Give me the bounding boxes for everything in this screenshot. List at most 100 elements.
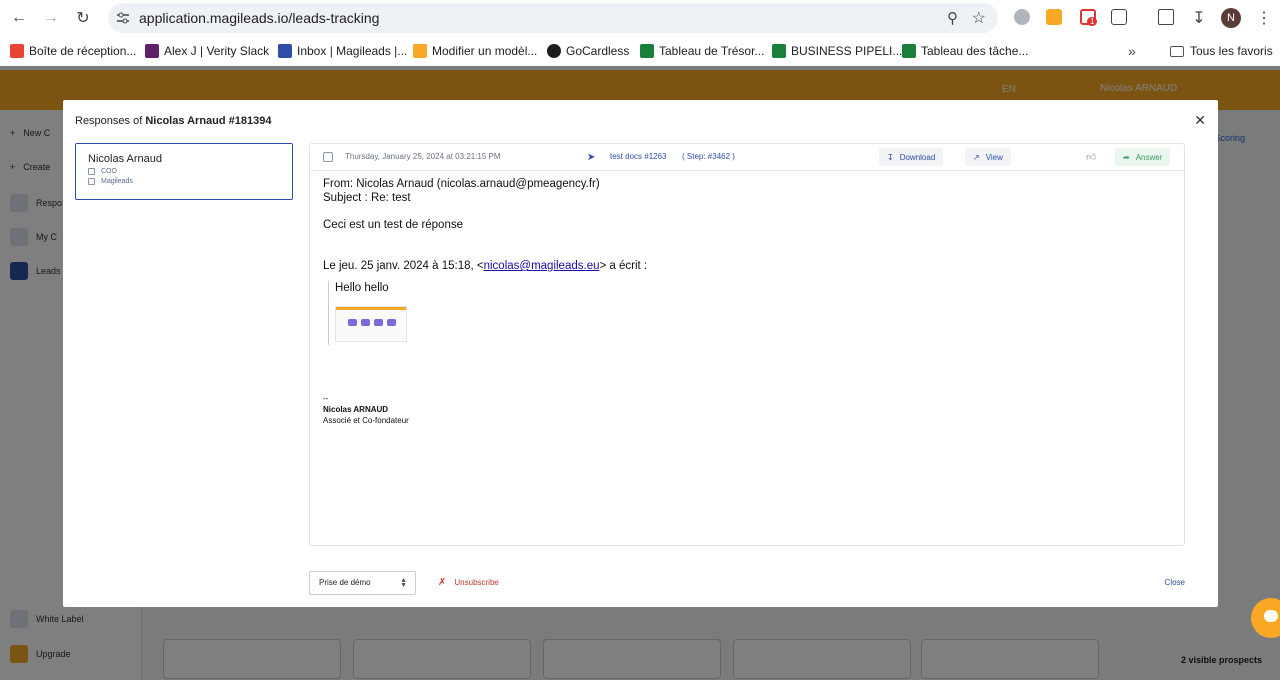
campaign-link[interactable]: test docs #1263 — [610, 152, 666, 161]
back-arrow-icon[interactable]: ← — [9, 8, 29, 28]
bookmark-item[interactable]: Tableau de Trésor... — [640, 44, 764, 58]
quoted-text: Hello hello — [335, 282, 389, 294]
quote-email-link[interactable]: nicolas@magileads.eu — [484, 260, 600, 272]
unsubscribe-icon: ✗ — [438, 577, 447, 588]
extensions-puzzle-icon[interactable] — [1111, 9, 1127, 25]
signature: -- Nicolas ARNAUD Associé et Co-fondateu… — [323, 393, 409, 426]
menu-kebab-icon[interactable]: ⋮ — [1254, 8, 1274, 28]
bookmark-label: Modifier un modèl... — [432, 44, 538, 58]
external-link-icon: ↗ — [973, 152, 980, 162]
bookmarks-bar: Boîte de réception... Alex J | Verity Sl… — [0, 36, 1280, 66]
bookmark-item[interactable]: Alex J | Verity Slack — [145, 44, 269, 58]
modal-title-prefix: Responses of — [75, 115, 143, 127]
reload-icon[interactable]: ↻ — [73, 8, 93, 28]
bookmark-item[interactable]: BUSINESS PIPELI... — [772, 44, 902, 58]
close-button[interactable]: Close — [1165, 578, 1185, 587]
modal-title-contact: Nicolas Arnaud #181394 — [145, 115, 272, 127]
close-icon[interactable]: ✕ — [1194, 112, 1206, 129]
slack-icon — [145, 44, 159, 58]
calendar-icon — [323, 152, 333, 162]
all-bookmarks-label: Tous les favoris — [1190, 44, 1273, 58]
bookmark-item[interactable]: Modifier un modèl... — [413, 44, 537, 58]
adblock-extension-icon[interactable] — [1014, 9, 1030, 25]
quote-intro-suffix: > a écrit : — [599, 260, 648, 272]
sheets-icon — [640, 44, 654, 58]
thumbs-up-icon[interactable]: 👍︎ — [1086, 151, 1096, 163]
image-thumb — [348, 319, 357, 326]
gocardless-icon — [547, 44, 561, 58]
image-thumb — [361, 319, 370, 326]
browser-toolbar: ← → ↻ application.magileads.io/leads-tra… — [0, 0, 1280, 36]
unsubscribe-label: Unsubscribe — [454, 578, 499, 587]
answer-label: Answer — [1135, 152, 1163, 162]
bookmark-item[interactable]: GoCardless — [547, 44, 629, 58]
message-subject: Subject : Re: test — [323, 192, 411, 204]
magileads-extension-icon[interactable] — [1046, 9, 1062, 25]
building-icon — [88, 178, 95, 185]
status-select[interactable]: Prise de démo ▲ ▼ — [309, 571, 416, 595]
modal-title: Responses of Nicolas Arnaud #181394 — [75, 115, 271, 127]
step-label: ( Step: #3462 ) — [682, 152, 735, 161]
contact-name: Nicolas Arnaud — [88, 153, 162, 165]
bookmark-item[interactable]: Tableau des tâche... — [902, 44, 1028, 58]
answer-button[interactable]: ➦ Answer — [1115, 148, 1171, 166]
download-label: Download — [899, 152, 936, 162]
message-panel: Thursday, January 25, 2024 at 03:21:15 P… — [309, 143, 1185, 546]
message-header: Thursday, January 25, 2024 at 03:21:15 P… — [310, 144, 1184, 171]
address-bar[interactable]: application.magileads.io/leads-tracking … — [108, 3, 998, 33]
reply-arrow-icon: ➦ — [1123, 152, 1130, 162]
extension-badge: 1 — [1087, 17, 1098, 26]
quote-intro-prefix: Le jeu. 25 janv. 2024 à 15:18, < — [323, 260, 484, 272]
all-bookmarks[interactable]: Tous les favoris — [1170, 44, 1273, 58]
bookmark-item[interactable]: Boîte de réception... — [10, 44, 136, 58]
bookmark-label: GoCardless — [566, 44, 630, 58]
bookmark-label: Boîte de réception... — [29, 44, 137, 58]
signature-name: Nicolas ARNAUD — [323, 405, 389, 414]
contact-role-text: COO — [101, 168, 117, 175]
message-date: Thursday, January 25, 2024 at 03:21:15 P… — [345, 152, 501, 161]
bookmark-item[interactable]: Inbox | Magileads |... — [278, 44, 407, 58]
message-from: From: Nicolas Arnaud (nicolas.arnaud@pme… — [323, 178, 600, 190]
bookmark-label: Alex J | Verity Slack — [164, 44, 270, 58]
folder-icon — [1170, 45, 1184, 57]
download-icon[interactable]: ↧ — [1189, 8, 1209, 28]
bookmark-label: BUSINESS PIPELI... — [791, 44, 903, 58]
image-thumb — [374, 319, 383, 326]
image-bar — [336, 307, 406, 310]
bookmark-label: Inbox | Magileads |... — [297, 44, 408, 58]
contact-role: COO — [88, 168, 280, 175]
message-body: From: Nicolas Arnaud (nicolas.arnaud@pme… — [323, 177, 647, 425]
signature-title: Associé et Co-fondateur — [323, 416, 409, 425]
quoted-message: Hello hello — [328, 281, 428, 345]
responses-modal: Responses of Nicolas Arnaud #181394 ✕ Ni… — [63, 100, 1218, 607]
zoom-icon[interactable]: ⚲ — [947, 9, 958, 27]
contact-card[interactable]: Nicolas Arnaud COO Magileads — [75, 143, 293, 200]
bookmark-star-icon[interactable]: ☆ — [972, 8, 986, 28]
url-text[interactable]: application.magileads.io/leads-tracking — [139, 10, 379, 26]
view-button[interactable]: ↗ View — [965, 148, 1011, 166]
profile-avatar[interactable]: N — [1221, 8, 1241, 28]
cast-icon[interactable] — [1158, 9, 1174, 25]
sheets-icon — [902, 44, 916, 58]
contact-company-text: Magileads — [101, 178, 133, 185]
status-select-value: Prise de démo — [319, 578, 371, 587]
image-thumb — [387, 319, 396, 326]
contact-company: Magileads — [88, 178, 280, 185]
bookmark-label: Tableau des tâche... — [921, 44, 1029, 58]
gmail-icon — [10, 44, 24, 58]
site-settings-icon[interactable] — [116, 11, 130, 25]
download-button[interactable]: ↧ Download — [879, 148, 944, 166]
quote-intro: Le jeu. 25 janv. 2024 à 15:18, <nicolas@… — [323, 259, 647, 273]
sheets-icon — [772, 44, 786, 58]
forward-arrow-icon[interactable]: → — [41, 8, 61, 28]
signature-dashes: -- — [323, 394, 329, 403]
download-icon: ↧ — [887, 152, 894, 162]
select-arrows-icon: ▲ ▼ — [400, 577, 407, 589]
bookmark-label: Tableau de Trésor... — [659, 44, 765, 58]
more-bookmarks-chevron-icon[interactable]: » — [1128, 43, 1136, 59]
megaphone-icon: ➤ — [587, 152, 596, 163]
unsubscribe-button[interactable]: ✗ Unsubscribe — [438, 577, 499, 588]
message-text: Ceci est un test de réponse — [323, 219, 463, 231]
view-label: View — [985, 152, 1003, 162]
embedded-image[interactable] — [335, 306, 407, 342]
